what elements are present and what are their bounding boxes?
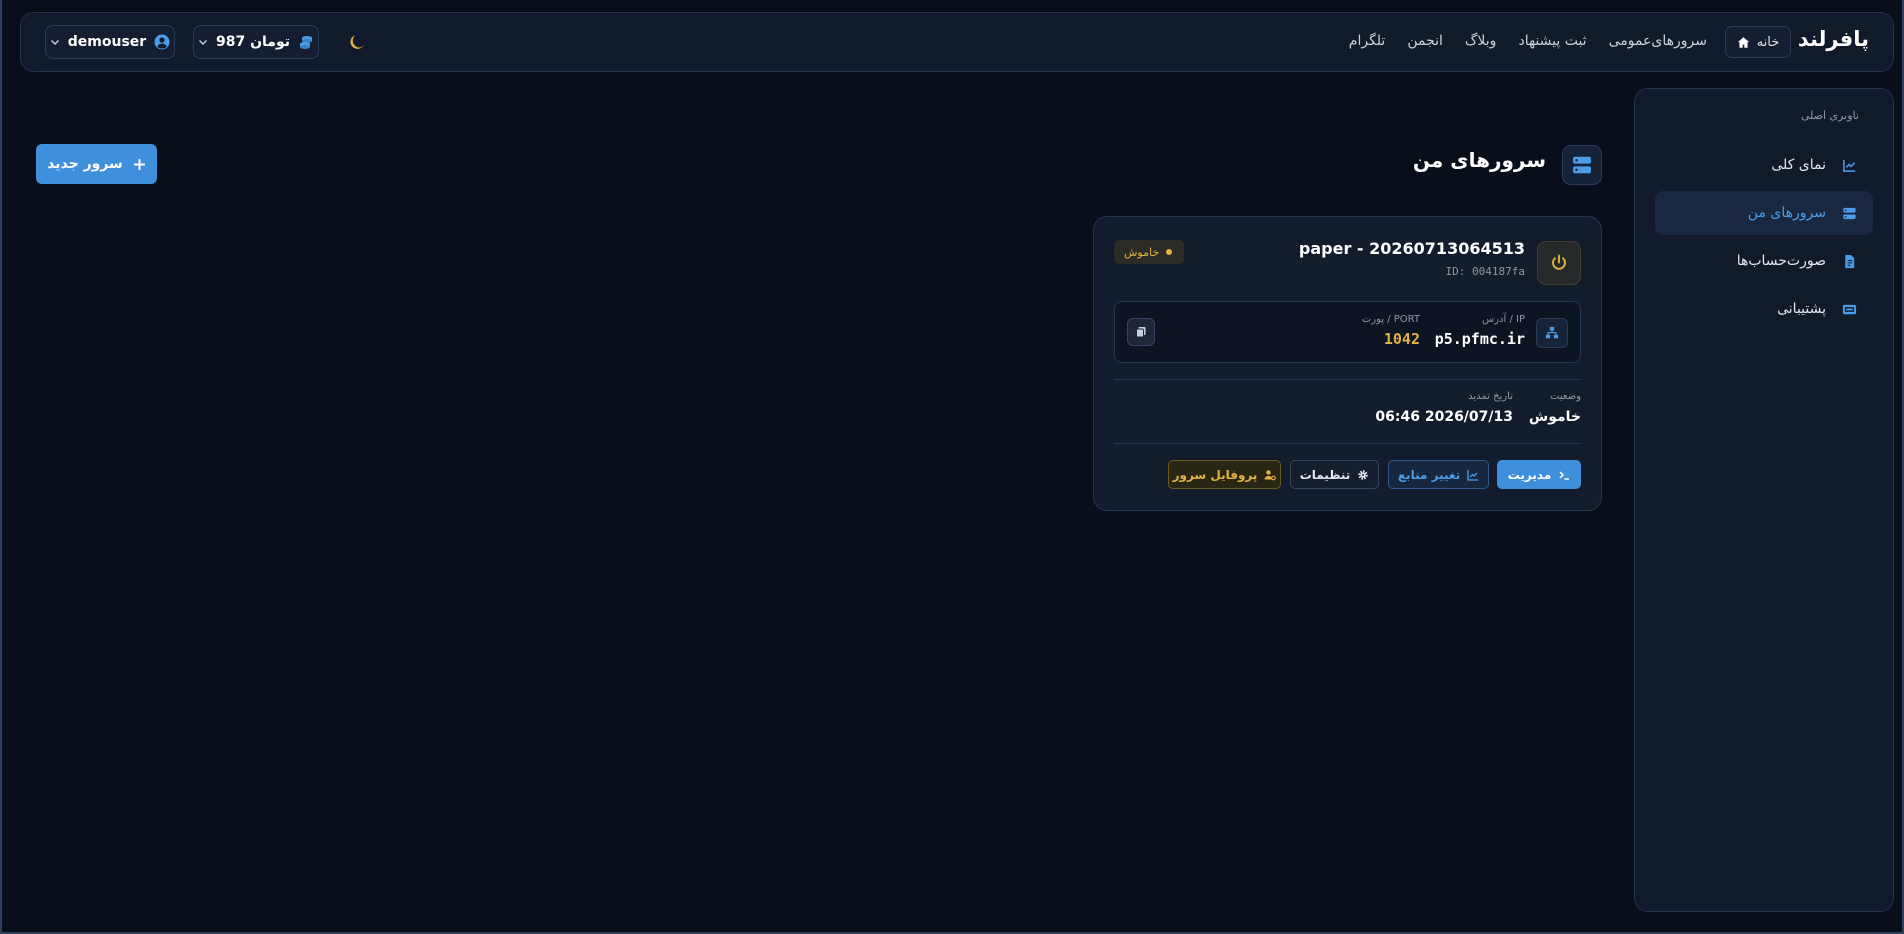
sidebar-item-invoices[interactable]: صورت‌حساب‌ها	[1655, 239, 1873, 283]
page-title: سرورهای من	[1412, 148, 1546, 172]
address-box: آدرس / IP p5.pfmc.ir پورت / PORT 1042	[1114, 301, 1581, 363]
status-dot-icon	[1166, 249, 1173, 255]
plus-icon	[133, 158, 145, 170]
divider	[1114, 379, 1581, 380]
sidebar-item-label: صورت‌حساب‌ها	[1736, 253, 1826, 269]
nav-links: سرورهای‌عمومی ثبت پیشنهاد وبلاگ انجمن تل…	[1349, 33, 1707, 49]
ip-label: آدرس / IP	[1482, 314, 1525, 325]
divider	[1114, 443, 1581, 444]
invoice-icon	[1845, 254, 1855, 268]
status-badge-label: خاموش	[1124, 245, 1160, 259]
server-profile-button[interactable]: پروفایل سرور	[1168, 460, 1281, 489]
app-frame: پافرلند خانه سرورهای‌عمومی ثبت پیشنهاد و…	[0, 0, 1904, 934]
chart-icon	[1843, 159, 1856, 172]
new-server-label: سرور جدید	[47, 156, 123, 172]
chevron-down-icon	[198, 40, 207, 45]
user-menu[interactable]: demouser	[45, 25, 175, 59]
manage-label: مدیریت	[1507, 467, 1552, 482]
sidebar-title: ناوبری اصلی	[1800, 109, 1859, 122]
port-label: پورت / PORT	[1361, 314, 1420, 325]
top-navbar: پافرلند خانه سرورهای‌عمومی ثبت پیشنهاد و…	[20, 12, 1894, 72]
wallet-balance: 987 تومان	[215, 34, 291, 50]
nav-forum[interactable]: انجمن	[1407, 33, 1443, 49]
chevron-down-icon	[50, 40, 59, 45]
gear-icon	[1358, 469, 1368, 480]
sidebar-item-overview[interactable]: نمای کلی	[1655, 143, 1873, 187]
sidebar-item-label: سرورهای من	[1747, 205, 1826, 221]
change-resources-button[interactable]: تغییر منابع	[1388, 460, 1489, 489]
status-value: خاموش	[1528, 409, 1581, 425]
terminal-icon	[1559, 470, 1570, 480]
settings-label: تنظیمات	[1299, 467, 1351, 482]
support-icon	[1842, 304, 1857, 314]
server-name: paper - 20260713064513	[1298, 239, 1525, 258]
username: demouser	[67, 34, 147, 50]
network-icon	[1536, 318, 1568, 348]
home-label: خانه	[1756, 34, 1780, 50]
server-card: paper - 20260713064513 ID: 004187fa خامو…	[1093, 216, 1602, 511]
renew-date-label: تاریخ تمدید	[1468, 391, 1513, 402]
server-icon	[1843, 207, 1856, 219]
user-gear-icon	[1264, 469, 1277, 480]
ip-value: p5.pfmc.ir	[1434, 330, 1525, 348]
port-value: 1042	[1383, 330, 1420, 348]
power-icon	[1552, 254, 1566, 270]
copy-address-button[interactable]	[1127, 318, 1155, 346]
coins-icon	[300, 36, 313, 49]
status-label: وضعیت	[1550, 391, 1581, 402]
user-avatar-icon	[154, 34, 170, 50]
nav-blog[interactable]: وبلاگ	[1465, 33, 1497, 49]
home-icon	[1737, 36, 1749, 48]
sidebar: ناوبری اصلی نمای کلی سرورهای من صورت‌حسا…	[1634, 88, 1894, 912]
brand-logo[interactable]: پافرلند	[1798, 27, 1869, 51]
status-badge: خاموش	[1114, 240, 1185, 264]
chart-icon	[1467, 469, 1479, 481]
nav-public-servers[interactable]: سرورهای‌عمومی	[1609, 33, 1707, 49]
manage-button[interactable]: مدیریت	[1497, 460, 1581, 489]
home-button[interactable]: خانه	[1725, 26, 1791, 58]
copy-icon	[1136, 327, 1146, 338]
moon-icon[interactable]	[347, 32, 367, 52]
sidebar-item-support[interactable]: پشتیبانی	[1655, 287, 1873, 331]
new-server-button[interactable]: سرور جدید	[36, 144, 157, 184]
server-profile-label: پروفایل سرور	[1172, 467, 1258, 482]
sidebar-item-my-servers[interactable]: سرورهای من	[1655, 191, 1873, 235]
sidebar-item-label: نمای کلی	[1771, 157, 1826, 173]
server-id: ID: 004187fa	[1445, 265, 1525, 278]
change-resources-label: تغییر منابع	[1397, 467, 1461, 482]
page-server-icon	[1562, 145, 1602, 185]
settings-button[interactable]: تنظیمات	[1290, 460, 1379, 489]
renew-date-value: 06:46 2026/07/13	[1375, 409, 1513, 425]
sidebar-item-label: پشتیبانی	[1777, 301, 1826, 317]
nav-telegram[interactable]: تلگرام	[1349, 33, 1386, 49]
nav-submit-suggestion[interactable]: ثبت پیشنهاد	[1518, 33, 1586, 49]
wallet-dropdown[interactable]: 987 تومان	[193, 25, 319, 59]
power-button[interactable]	[1537, 241, 1581, 285]
